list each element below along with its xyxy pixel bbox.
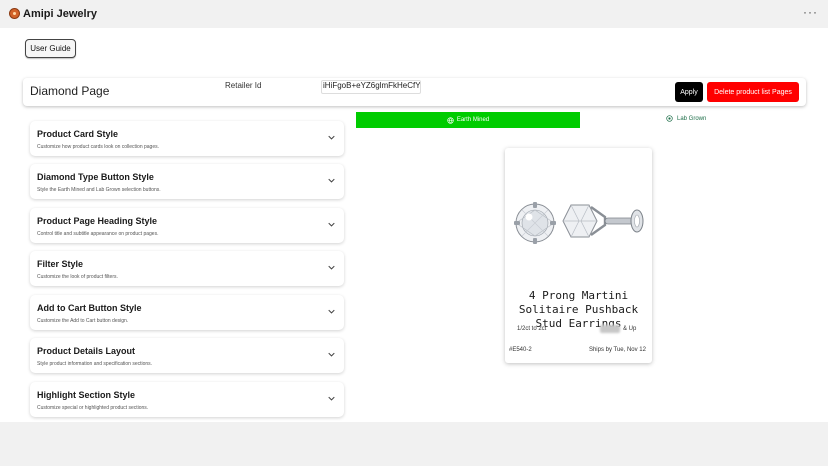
panel-diamond-type-button-style[interactable]: Diamond Type Button Style Style the Eart… [30,164,344,199]
product-name: 4 Prong Martini Solitaire Pushback Stud … [518,289,639,330]
delete-product-list-button[interactable]: Delete product list Pages [707,82,799,102]
panel-description: Customize the look of product filters. [37,274,118,280]
app-title: Amipi Jewelry [23,8,97,20]
panel-title: Product Card Style [37,129,119,139]
panel-product-page-heading-style[interactable]: Product Page Heading Style Control title… [30,208,344,243]
panel-add-to-cart-button-style[interactable]: Add to Cart Button Style Customize the A… [30,295,344,330]
chevron-down-icon[interactable] [328,134,335,141]
stud-earrings-image [509,156,648,290]
lab-grown-label: Lab Grown [677,115,707,122]
panel-description: Customize special or highlighted product… [37,405,149,411]
panel-description: Customize how product cards look on coll… [37,144,160,150]
panel-description: Control title and subtitle appearance on… [37,231,159,237]
shipping-date: Ships by Tue, Nov 12 [588,347,646,353]
price-suffix: & Up [623,326,637,332]
panel-product-details-layout[interactable]: Product Details Layout Style product inf… [30,338,344,373]
retailer-id-label: Retailer Id [225,81,262,90]
page-title: Diamond Page [30,84,110,98]
page-header: Diamond Page Retailer Id iHiFgoB+eYZ6glm… [23,78,806,106]
earth-mined-label: Earth Mined [456,117,490,123]
chevron-down-icon[interactable] [328,308,335,315]
panel-product-card-style[interactable]: Product Card Style Customize how product… [30,121,344,156]
retailer-id-input[interactable]: iHiFgoB+eYZ6glmFkHeCfY [321,80,421,94]
panel-description: Style the Earth Mined and Lab Grown sele… [37,187,161,193]
panel-title: Product Details Layout [37,346,136,356]
panel-title: Add to Cart Button Style [37,303,142,313]
panel-highlight-section-style[interactable]: Highlight Section Style Customize specia… [30,382,344,417]
panel-description: Customize the Add to Cart button design. [37,318,129,324]
chevron-down-icon[interactable] [328,264,335,271]
title-bar: Amipi Jewelry ··· [0,0,828,28]
panel-title: Diamond Type Button Style [37,172,154,182]
panel-title: Filter Style [37,259,84,269]
chevron-down-icon[interactable] [328,177,335,184]
user-guide-button[interactable]: User Guide [25,39,76,58]
lab-icon [666,115,673,122]
panel-filter-style[interactable]: Filter Style Customize the look of produ… [30,251,344,286]
more-options-icon[interactable]: ··· [803,5,818,19]
apply-button[interactable]: Apply [675,82,703,102]
lab-grown-button[interactable]: Lab Grown [666,115,706,122]
carat-range: 1/2ct to 2ct [517,326,547,332]
panel-title: Highlight Section Style [37,390,136,400]
chevron-down-icon[interactable] [328,395,335,402]
product-sku: #E540-2 [509,347,532,353]
panel-title: Product Page Heading Style [37,216,158,226]
main-canvas: User Guide Diamond Page Retailer Id iHiF… [0,28,828,422]
panel-description: Style product information and specificat… [37,361,153,367]
product-card-preview[interactable]: 4 Prong Martini Solitaire Pushback Stud … [505,148,652,363]
globe-icon [447,116,454,124]
earth-mined-button[interactable]: Earth Mined [356,112,580,128]
chevron-down-icon[interactable] [328,221,335,228]
app-logo-icon [9,8,20,19]
chevron-down-icon[interactable] [328,351,335,358]
price-hidden [600,325,620,333]
